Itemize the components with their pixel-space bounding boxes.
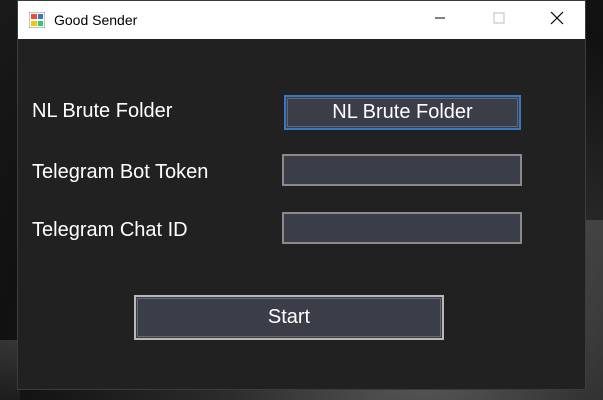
close-button[interactable] — [534, 1, 580, 39]
chat-id-input[interactable] — [282, 212, 522, 244]
bot-token-label: Telegram Bot Token — [32, 161, 209, 183]
title-bar[interactable]: Good Sender — [18, 1, 585, 39]
window-title: Good Sender — [54, 12, 138, 28]
minimize-button[interactable] — [417, 1, 463, 39]
maximize-icon — [493, 11, 505, 29]
chat-id-label: Telegram Chat ID — [32, 219, 188, 241]
form-area: NL Brute Folder NL Brute Folder Telegram… — [18, 39, 585, 391]
minimize-icon — [434, 11, 446, 29]
bot-token-input[interactable] — [282, 154, 522, 186]
nl-brute-folder-button[interactable]: NL Brute Folder — [284, 95, 521, 130]
app-window: Good Sender NL Brute Folder NL Brute Fol… — [17, 0, 586, 390]
app-icon — [29, 12, 45, 28]
folder-label: NL Brute Folder — [32, 100, 173, 122]
maximize-button[interactable] — [476, 1, 522, 39]
close-icon — [550, 11, 564, 30]
start-button[interactable]: Start — [134, 295, 444, 340]
